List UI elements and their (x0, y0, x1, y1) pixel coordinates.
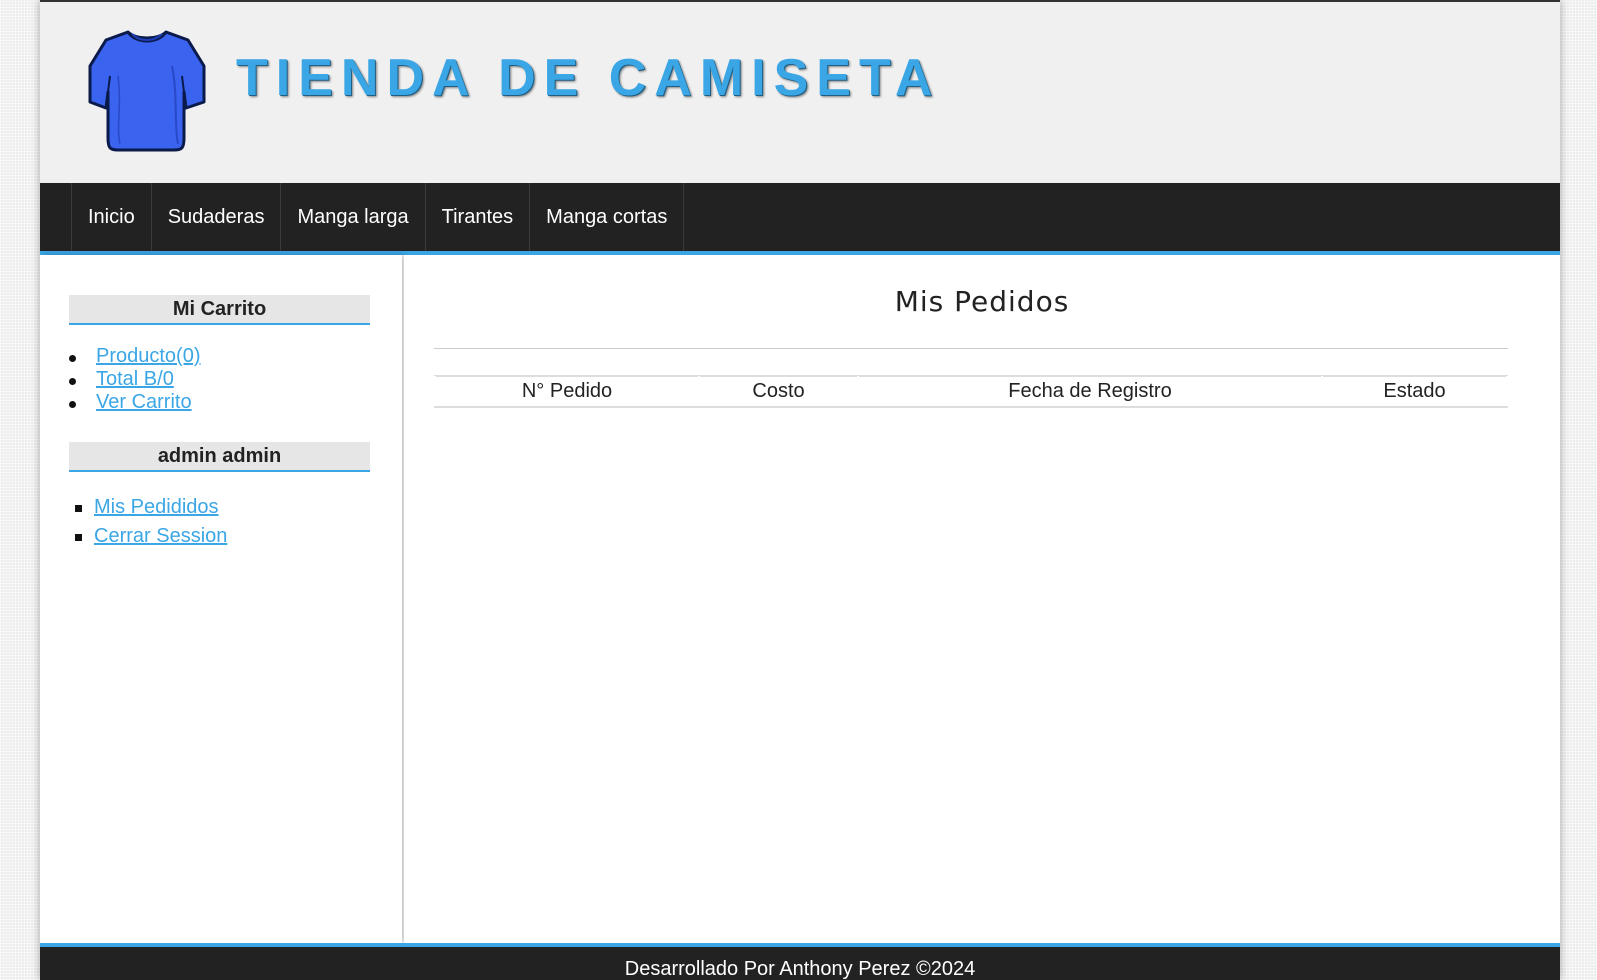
main-content: Mis Pedidos N° Pedido Costo Fecha de Reg… (404, 255, 1560, 943)
nav-link-manga-larga[interactable]: Manga larga (281, 183, 424, 251)
footer-text: Desarrollado Por Anthony Perez ©2024 (624, 958, 976, 980)
bullet-icon (69, 377, 76, 385)
user-heading: admin admin (69, 442, 370, 472)
bullet-icon (69, 354, 76, 362)
cart-heading: Mi Carrito (69, 295, 370, 325)
cart-total-link[interactable]: Total B/0 (96, 368, 174, 390)
divider (434, 348, 1508, 349)
column-header-date: Fecha de Registro (859, 376, 1321, 406)
cart-links: Producto(0) Total B/0 Ver Carrito (69, 345, 201, 414)
site-footer: Desarrollado Por Anthony Perez ©2024 (40, 943, 1560, 980)
nav-item-sudaderas: Sudaderas (150, 183, 281, 251)
nav-link-tirantes[interactable]: Tirantes (426, 183, 530, 251)
main-nav: Inicio Sudaderas Manga larga Tirantes Ma… (40, 183, 1560, 255)
site-title: TIENDA DE CAMISETA (236, 49, 941, 107)
bullet-icon (75, 533, 82, 541)
bullet-icon (69, 400, 76, 408)
view-cart-link[interactable]: Ver Carrito (96, 391, 192, 413)
bullet-icon (75, 504, 82, 512)
logout-link[interactable]: Cerrar Session (94, 525, 227, 547)
table-header-row: N° Pedido Costo Fecha de Registro Estado (436, 376, 1506, 406)
user-item-logout: Cerrar Session (69, 522, 227, 551)
nav-link-inicio[interactable]: Inicio (72, 183, 151, 251)
nav-item-inicio: Inicio (71, 183, 151, 251)
user-links: Mis Pedididos Cerrar Session (69, 493, 227, 551)
nav-item-tirantes: Tirantes (424, 183, 530, 251)
site-header: TIENDA DE CAMISETA (40, 2, 1560, 183)
my-orders-link[interactable]: Mis Pedididos (94, 496, 219, 518)
cart-products-link[interactable]: Producto(0) (96, 345, 201, 367)
column-header-status: Estado (1323, 376, 1506, 406)
nav-item-manga-larga: Manga larga (280, 183, 424, 251)
tshirt-icon[interactable] (88, 26, 206, 156)
cart-item-productos: Producto(0) (69, 345, 201, 368)
user-item-orders: Mis Pedididos (69, 493, 227, 522)
page-title: Mis Pedidos (894, 285, 1070, 318)
column-header-order-number: N° Pedido (436, 376, 698, 406)
cart-item-total: Total B/0 (69, 368, 201, 391)
nav-item-manga-cortas: Manga cortas (529, 183, 685, 251)
nav-link-sudaderas[interactable]: Sudaderas (152, 183, 281, 251)
sidebar: Mi Carrito Producto(0) Total B/0 Ver Car… (40, 255, 402, 943)
orders-table: N° Pedido Costo Fecha de Registro Estado (434, 375, 1508, 408)
column-header-cost: Costo (700, 376, 857, 406)
page-container: TIENDA DE CAMISETA Inicio Sudaderas Mang… (40, 0, 1560, 980)
nav-link-manga-cortas[interactable]: Manga cortas (530, 183, 683, 251)
cart-item-ver: Ver Carrito (69, 391, 201, 414)
